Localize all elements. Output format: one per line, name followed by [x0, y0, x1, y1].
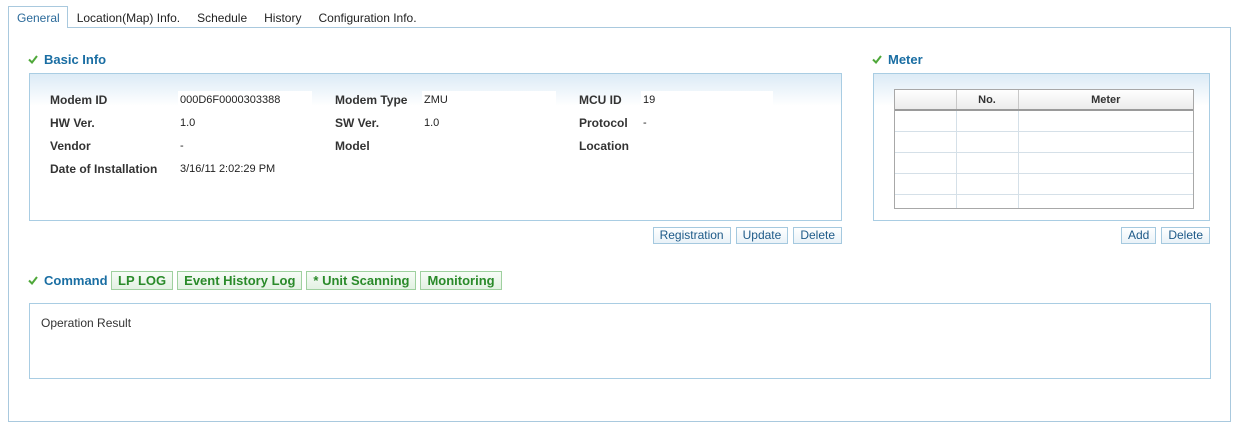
- tab-configuration-info[interactable]: Configuration Info.: [309, 6, 424, 28]
- meter-title-text: Meter: [888, 51, 923, 67]
- table-cell: [1018, 152, 1193, 174]
- modem-type-label: Modem Type: [335, 93, 408, 107]
- table-cell: [956, 194, 1019, 208]
- meter-grid: No. Meter: [894, 89, 1194, 209]
- vendor-label: Vendor: [50, 139, 91, 153]
- table-cell: [895, 110, 957, 132]
- basic-info-title-text: Basic Info: [44, 51, 107, 67]
- table-cell: [895, 194, 957, 208]
- table-cell: [1018, 173, 1193, 195]
- table-row: [895, 152, 1193, 174]
- modem-type-value: ZMU: [422, 91, 556, 109]
- date-of-installation-label: Date of Installation: [50, 162, 158, 176]
- meter-header-row: No. Meter: [895, 90, 1193, 111]
- mcu-id-label: MCU ID: [579, 93, 622, 107]
- modem-id-value: 000D6F0000303388: [178, 91, 312, 109]
- basic-info-box: Modem ID 000D6F0000303388 Modem Type ZMU…: [29, 73, 842, 221]
- protocol-value: -: [641, 114, 773, 132]
- location-value: [641, 137, 773, 155]
- meter-table: No. Meter: [895, 90, 1193, 208]
- tab-location-map-info[interactable]: Location(Map) Info.: [68, 6, 188, 28]
- delete-button[interactable]: Delete: [793, 227, 842, 244]
- meter-title: Meter: [872, 51, 923, 67]
- sw-ver-label: SW Ver.: [335, 116, 380, 130]
- command-title: Command: [28, 272, 108, 288]
- modem-id-label: Modem ID: [50, 93, 108, 107]
- hw-ver-value: 1.0: [178, 114, 312, 132]
- location-label: Location: [579, 139, 629, 153]
- tab-schedule[interactable]: Schedule: [188, 6, 255, 28]
- table-cell: [895, 131, 957, 153]
- vendor-value: -: [178, 137, 312, 155]
- basic-info-button-group: Registration Update Delete: [652, 227, 842, 244]
- registration-button[interactable]: Registration: [652, 227, 731, 244]
- tab-bar: General Location(Map) Info. Schedule His…: [8, 6, 425, 28]
- event-history-log-button[interactable]: Event History Log: [177, 271, 303, 290]
- tab-general[interactable]: General: [8, 6, 68, 28]
- command-title-text: Command: [44, 272, 108, 288]
- basic-info-title: Basic Info: [28, 51, 107, 67]
- command-button-group: LP LOG Event History Log * Unit Scanning…: [111, 271, 502, 290]
- check-icon: [28, 275, 38, 285]
- mcu-id-value: 19: [641, 91, 773, 109]
- add-meter-button[interactable]: Add: [1120, 227, 1157, 244]
- table-cell: [956, 173, 1019, 195]
- delete-meter-button[interactable]: Delete: [1161, 227, 1210, 244]
- protocol-label: Protocol: [579, 116, 628, 130]
- hw-ver-label: HW Ver.: [50, 116, 95, 130]
- column-header-select[interactable]: [895, 90, 957, 111]
- unit-scanning-button[interactable]: * Unit Scanning: [306, 271, 417, 290]
- column-header-no[interactable]: No.: [956, 90, 1019, 111]
- table-cell: [895, 173, 957, 195]
- check-icon: [28, 54, 38, 64]
- update-button[interactable]: Update: [735, 227, 789, 244]
- table-row: [895, 194, 1193, 208]
- table-cell: [956, 131, 1019, 153]
- meter-box: No. Meter: [873, 73, 1210, 221]
- table-row: [895, 173, 1193, 195]
- lp-log-button[interactable]: LP LOG: [111, 271, 174, 290]
- meter-button-group: Add Delete: [1120, 227, 1210, 244]
- sw-ver-value: 1.0: [422, 114, 556, 132]
- check-icon: [872, 54, 882, 64]
- date-of-installation-value: 3/16/11 2:02:29 PM: [178, 160, 312, 178]
- table-cell: [895, 152, 957, 174]
- monitoring-button[interactable]: Monitoring: [420, 271, 502, 290]
- column-header-meter[interactable]: Meter: [1018, 90, 1193, 111]
- model-value: [422, 137, 556, 155]
- table-cell: [956, 110, 1019, 132]
- table-cell: [1018, 131, 1193, 153]
- model-label: Model: [335, 139, 370, 153]
- table-cell: [956, 152, 1019, 174]
- table-row: [895, 110, 1193, 132]
- table-row: [895, 131, 1193, 153]
- tab-history[interactable]: History: [255, 6, 309, 28]
- table-cell: [1018, 194, 1193, 208]
- table-cell: [1018, 110, 1193, 132]
- operation-result-label: Operation Result: [41, 316, 132, 330]
- operation-result-box: Operation Result: [29, 303, 1211, 379]
